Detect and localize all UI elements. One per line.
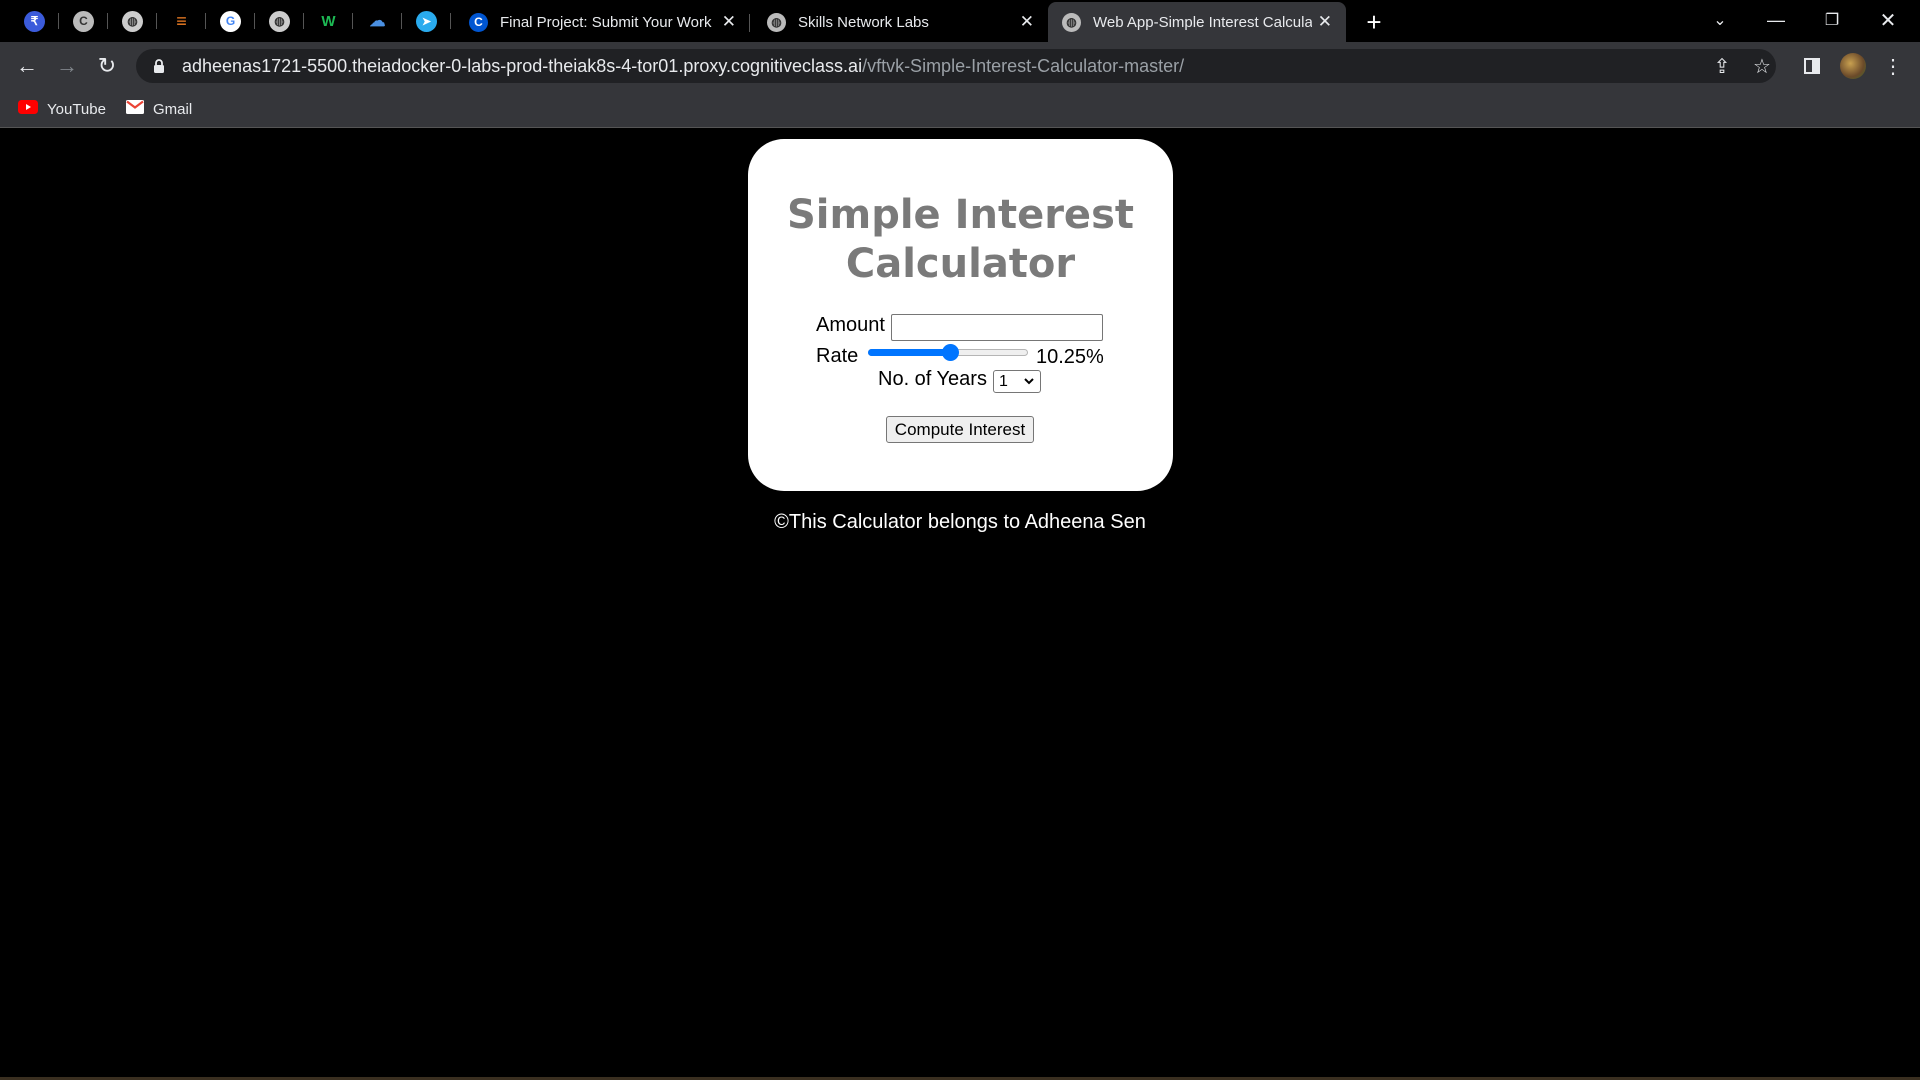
tab-skills-network[interactable]: ◍ Skills Network Labs ✕ [753,2,1048,42]
bookmark-youtube[interactable]: YouTube [18,98,106,120]
tab-simple-interest[interactable]: ◍ Web App-Simple Interest Calculator ✕ [1048,2,1346,42]
pinned-tab-4[interactable]: ≡ [157,5,206,37]
w-logo-icon: W [321,12,336,30]
profile-avatar-icon[interactable] [1836,49,1870,83]
tab-separator [749,14,750,32]
tab-strip: ₹ C ◍ ≡ G ◍ W ☁ ➤ C Final Project: Submi… [0,0,1920,42]
window-close-icon[interactable]: ✕ [1860,0,1916,40]
years-selected-value: 1 [999,372,1008,390]
new-tab-button[interactable]: + [1358,6,1390,38]
bookmarks-bar: YouTube Gmail [0,90,1920,128]
rate-label: Rate [816,345,859,367]
pinned-tab-8[interactable]: ☁ [353,5,402,37]
bookmark-label: YouTube [47,100,106,118]
footer-copyright: ©This Calculator belongs to Adheena Sen [774,511,1146,533]
close-icon[interactable]: ✕ [1020,12,1034,32]
pinned-tab-5[interactable]: G [206,5,255,37]
address-bar[interactable]: adheenas1721-5500.theiadocker-0-labs-pro… [136,49,1776,83]
rate-slider[interactable] [868,343,1028,361]
stackoverflow-icon: ≡ [176,10,187,31]
youtube-icon [18,100,38,118]
tab-title: Skills Network Labs [798,13,929,31]
tab-separator [450,13,451,29]
url-path: /vftvk-Simple-Interest-Calculator-master… [862,55,1185,76]
tab-search-icon[interactable]: ⌄ [1692,0,1748,40]
bookmark-label: Gmail [153,100,193,118]
tab-title: Final Project: Submit Your Work and [500,13,716,31]
menu-kebab-icon[interactable]: ⋮ [1876,49,1910,83]
pinned-tab-1[interactable]: ₹ [10,5,59,37]
bookmark-gmail[interactable]: Gmail [126,98,192,120]
url-host: adheenas1721-5500.theiadocker-0-labs-pro… [182,55,863,76]
pinned-tab-7[interactable]: W [304,5,353,37]
c-logo-icon: C [73,10,94,32]
tab-title: Web App-Simple Interest Calculator [1093,13,1312,31]
chevron-down-icon [1023,374,1035,392]
lock-icon [150,57,168,75]
telegram-icon: ➤ [416,10,437,32]
globe-icon: ◍ [767,12,786,32]
star-icon[interactable]: ☆ [1745,49,1779,83]
globe-icon: ◍ [122,10,143,32]
forward-icon[interactable]: → [51,50,83,82]
pinned-tab-2[interactable]: C [59,5,108,37]
minimize-icon[interactable]: — [1748,0,1804,40]
back-icon[interactable]: ← [11,50,43,82]
years-label: No. of Years [878,368,987,390]
globe-icon: ◍ [269,10,290,32]
close-icon[interactable]: ✕ [722,12,736,32]
amount-label: Amount [816,314,885,336]
pinned-tab-6[interactable]: ◍ [255,5,304,37]
calculator-card: Simple Interest Calculator Amount Rate 1… [748,139,1173,491]
restore-icon[interactable]: ❐ [1804,0,1860,40]
slider-fill [868,349,950,356]
coursera-icon: C [469,12,488,32]
amount-input[interactable] [891,314,1103,341]
google-icon: G [220,10,241,32]
pinned-tab-9[interactable]: ➤ [402,5,451,37]
compute-interest-button[interactable]: Compute Interest [886,416,1034,443]
side-panel-icon[interactable] [1795,49,1829,83]
pinned-tab-3[interactable]: ◍ [108,5,157,37]
share-icon[interactable]: ⇪ [1705,49,1739,83]
close-icon[interactable]: ✕ [1318,12,1332,32]
reload-icon[interactable]: ↻ [91,50,123,82]
globe-icon: ◍ [1062,12,1081,32]
cloud-icon: ☁ [369,13,386,30]
page-title: Simple Interest Calculator [787,192,1134,287]
rate-value: 10.25% [1036,346,1104,368]
browser-toolbar: ← → ↻ adheenas1721-5500.theiadocker-0-la… [0,42,1920,90]
years-select[interactable]: 1 [993,370,1041,393]
rupee-icon: ₹ [24,10,45,32]
tab-final-project[interactable]: C Final Project: Submit Your Work and ✕ [455,2,750,42]
gmail-icon [126,100,144,118]
slider-thumb[interactable] [941,344,959,361]
